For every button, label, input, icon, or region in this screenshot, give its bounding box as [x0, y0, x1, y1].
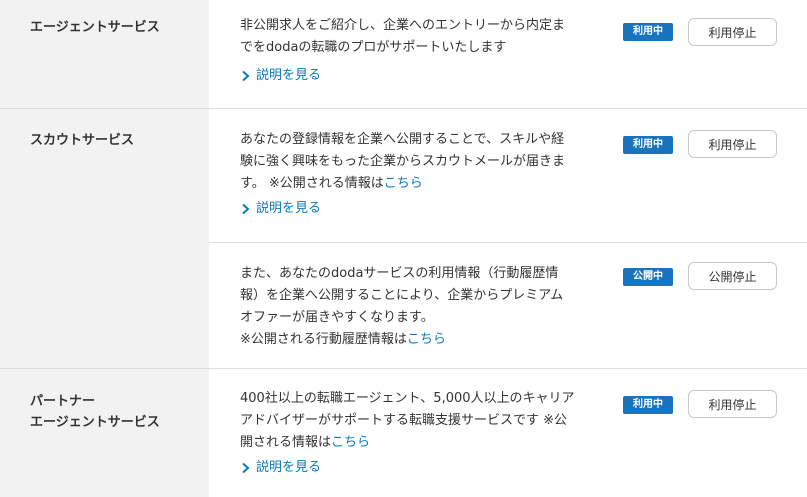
agent-service-status-badge: 利用中 — [623, 23, 673, 41]
scout-info-link[interactable]: こちら — [384, 176, 423, 191]
behavior-info-stop-button[interactable]: 公開停止 — [688, 262, 777, 290]
partner-service-title: パートナー エージェントサービス — [30, 394, 160, 430]
sub-divider — [209, 242, 807, 243]
agent-service-more-link[interactable]: 説明を見る — [240, 66, 321, 86]
chevron-right-icon — [242, 462, 250, 474]
scout-service-description: あなたの登録情報を企業へ公開することで、スキルや経 験に強く興味をもった企業から… — [240, 132, 566, 191]
partner-info-link[interactable]: こちら — [331, 435, 370, 450]
partner-service-description: 400社以上の転職エージェント、5,000人以上のキャリア アドバイザーがサポー… — [240, 391, 575, 450]
scout-service-status-badge: 利用中 — [623, 136, 673, 154]
partner-service-label-cell — [0, 369, 209, 497]
partner-service-stop-button[interactable]: 利用停止 — [688, 390, 777, 418]
partner-service-more-link[interactable]: 説明を見る — [240, 458, 321, 478]
behavior-info-link[interactable]: こちら — [407, 332, 446, 347]
behavior-info-status-badge: 公開中 — [623, 268, 673, 286]
agent-service-description: 非公開求人をご紹介し、企業へのエントリーから内定ま でをdodaの転職のプロがサ… — [240, 18, 566, 55]
scout-service-stop-button[interactable]: 利用停止 — [688, 130, 777, 158]
partner-service-status-badge: 利用中 — [623, 396, 673, 414]
chevron-right-icon — [242, 203, 250, 215]
agent-service-stop-button[interactable]: 利用停止 — [688, 18, 777, 46]
scout-service-more-link[interactable]: 説明を見る — [240, 199, 321, 219]
agent-service-label-cell — [0, 0, 209, 108]
scout-service-title: スカウトサービス — [30, 133, 135, 148]
chevron-right-icon — [242, 70, 250, 82]
behavior-info-description: また、あなたのdodaサービスの利用情報（行動履歴情 報）を企業へ公開することに… — [240, 266, 564, 347]
agent-service-title: エージェントサービス — [30, 20, 160, 35]
